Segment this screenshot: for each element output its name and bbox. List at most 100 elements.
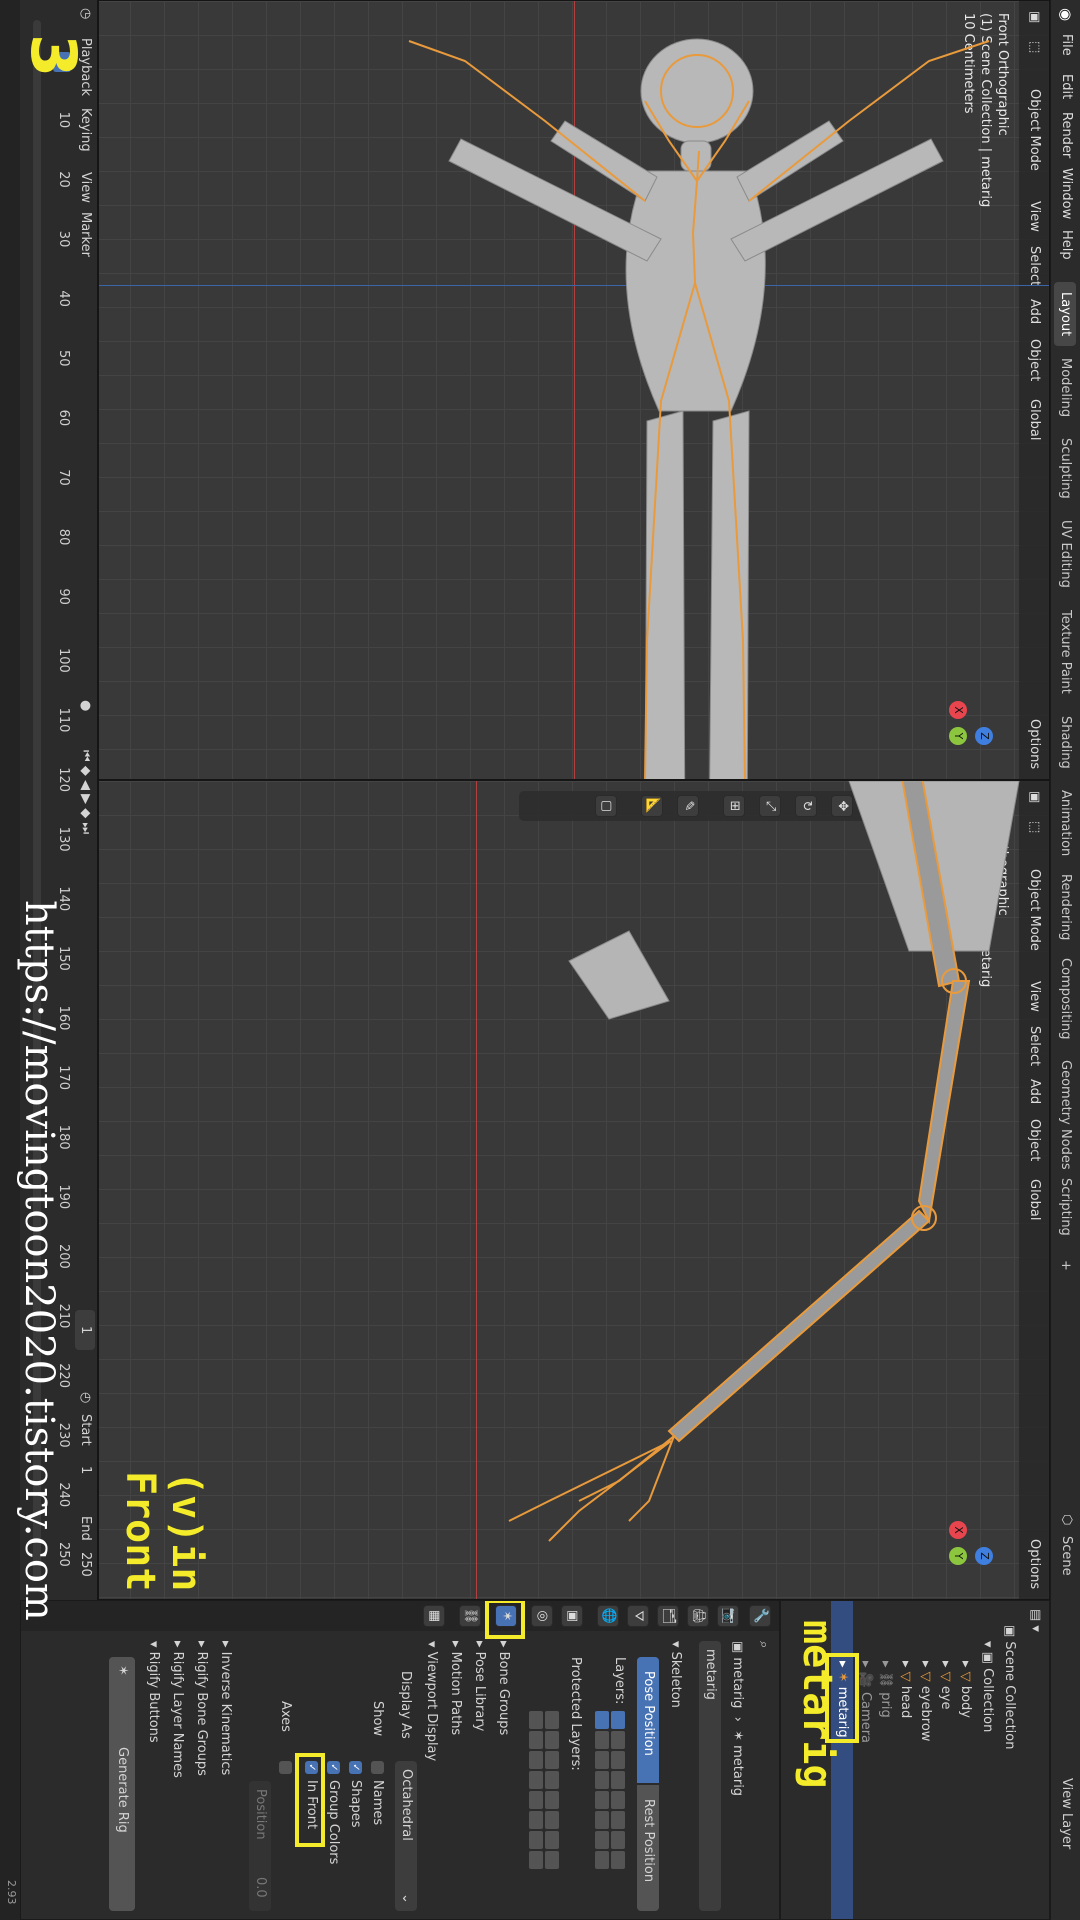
- frame-tick: 130: [56, 826, 71, 852]
- outliner-item-camera[interactable]: ▸ 🎥 Camera: [858, 1661, 873, 1743]
- frame-tick: 120: [56, 767, 71, 793]
- gizmo-z[interactable]: Z: [975, 1547, 993, 1565]
- scene-tab-icon[interactable]: ⛛: [627, 1605, 649, 1627]
- bone-layers-grid[interactable]: [595, 1711, 625, 1869]
- outliner-collection-label: Collection: [980, 1668, 995, 1733]
- menu-edit[interactable]: Edit: [1059, 74, 1074, 99]
- gizmo-x[interactable]: X: [949, 701, 967, 719]
- show-shapes-checkbox[interactable]: ✓ Shapes: [348, 1761, 363, 1827]
- rigify-buttons-panel[interactable]: ▾ Rigify Buttons: [146, 1641, 161, 1743]
- outliner-item-eyebrow[interactable]: ▸ ▽ eyebrow: [918, 1661, 933, 1741]
- blender-logo-icon[interactable]: ◉: [1057, 8, 1075, 21]
- output-tab-icon[interactable]: 🖨: [687, 1605, 709, 1627]
- pose-library-panel[interactable]: ▸ Pose Library: [472, 1641, 487, 1731]
- physics-tab-icon[interactable]: ◎: [531, 1605, 553, 1627]
- view-layer-selector[interactable]: View Layer: [1059, 1778, 1074, 1849]
- layers-label: Layers:: [612, 1657, 627, 1705]
- section-label: Bone Groups: [496, 1651, 511, 1736]
- navigation-gizmo[interactable]: Y X Z: [923, 1521, 993, 1591]
- viewport-right[interactable]: ▣ ⬚ Object Mode View Select Add Object G…: [98, 780, 1050, 1600]
- frame-tick: 90: [56, 588, 71, 605]
- rest-position-button[interactable]: Rest Position: [637, 1785, 659, 1911]
- view-menu[interactable]: View: [78, 172, 93, 203]
- tab-uv-editing[interactable]: UV Editing: [1054, 510, 1076, 598]
- pose-position-button[interactable]: Pose Position: [637, 1657, 659, 1783]
- marker-menu[interactable]: Marker: [78, 212, 93, 257]
- top-bar: ◉ File Edit Render Window Help Layout Mo…: [1050, 0, 1080, 1920]
- gizmo-x[interactable]: X: [949, 1521, 967, 1539]
- bone-groups-panel[interactable]: ▸ Bone Groups: [496, 1641, 511, 1735]
- arm-closeup: [508, 781, 1020, 1542]
- start-frame-field[interactable]: 1: [78, 1466, 93, 1474]
- texture-tab-icon[interactable]: ▦: [423, 1605, 445, 1627]
- show-group-colors-checkbox[interactable]: ✓ Group Colors: [326, 1761, 341, 1864]
- protected-layers-grid[interactable]: [529, 1711, 559, 1869]
- outliner-item-eye[interactable]: ▸ ▽ eye: [938, 1661, 953, 1710]
- keying-menu[interactable]: Keying: [78, 108, 93, 152]
- data-name-label: metarig: [730, 1745, 745, 1797]
- frame-tick: 10: [56, 111, 71, 129]
- current-frame-field[interactable]: 1: [75, 1310, 95, 1350]
- navigation-gizmo[interactable]: Y X Z: [923, 701, 993, 771]
- tab-modeling[interactable]: Modeling: [1054, 348, 1076, 427]
- skeleton-panel-header[interactable]: ▾ Skeleton: [668, 1641, 683, 1708]
- gizmo-z[interactable]: Z: [975, 727, 993, 745]
- armature-name-field[interactable]: metarig: [699, 1641, 721, 1911]
- inverse-kinematics-panel[interactable]: ▸ Inverse Kinematics: [218, 1641, 233, 1775]
- menu-window[interactable]: Window: [1059, 168, 1074, 219]
- tool-tab-icon[interactable]: 🔧: [749, 1605, 771, 1627]
- render-tab-icon[interactable]: 📷: [717, 1605, 739, 1627]
- editor-type-icon[interactable]: ◷: [78, 8, 93, 19]
- checkbox-label: Shapes: [348, 1780, 363, 1828]
- viewport-left[interactable]: ▣ ⬚ Object Mode View Select Add Object G…: [98, 0, 1050, 780]
- rigify-layer-names-panel[interactable]: ▸ Rigify Layer Names: [170, 1641, 185, 1778]
- scene-selector[interactable]: Scene: [1059, 1536, 1074, 1576]
- axes-checkbox[interactable]: [278, 1761, 293, 1780]
- world-tab-icon[interactable]: 🌐: [597, 1605, 619, 1627]
- object-tab-icon[interactable]: ▣: [561, 1605, 583, 1627]
- gizmo-y[interactable]: Y: [949, 1547, 967, 1565]
- annotation-step-number: 3: [17, 34, 90, 78]
- tab-layout[interactable]: Layout: [1054, 282, 1076, 347]
- end-label: End: [78, 1516, 93, 1541]
- outliner-item-body[interactable]: ▸ ▽ body: [958, 1661, 973, 1718]
- frame-tick: 40: [56, 290, 71, 307]
- end-frame-field[interactable]: 250: [78, 1552, 93, 1577]
- viewport-display-panel[interactable]: ▾ Viewport Display: [424, 1641, 439, 1761]
- gizmo-y[interactable]: Y: [949, 727, 967, 745]
- view-layer-tab-icon[interactable]: 🗂: [657, 1605, 679, 1627]
- rigify-bone-groups-panel[interactable]: ▸ Rigify Bone Groups: [194, 1641, 209, 1776]
- outliner-item-prig[interactable]: ▸ ⛓ prig: [878, 1661, 893, 1718]
- outliner-filter-icon[interactable]: ▤ ▾: [1028, 1609, 1043, 1632]
- constraints-tab-icon[interactable]: ⛓: [459, 1605, 481, 1627]
- frame-tick: 50: [56, 350, 71, 367]
- search-icon[interactable]: ⌕: [756, 1641, 771, 1648]
- record-icon[interactable]: ●: [78, 700, 93, 711]
- tab-shading[interactable]: Shading: [1054, 706, 1076, 779]
- outliner-item-head[interactable]: ▸ ▽ head: [898, 1661, 913, 1718]
- menu-render[interactable]: Render: [1059, 112, 1074, 158]
- add-workspace-button[interactable]: +: [1054, 1250, 1076, 1281]
- outliner-collection[interactable]: ▾ ▣ Collection: [980, 1641, 995, 1732]
- tab-animation[interactable]: Animation: [1054, 780, 1076, 866]
- show-names-checkbox[interactable]: Names: [370, 1761, 385, 1825]
- tab-compositing[interactable]: Compositing: [1054, 948, 1076, 1050]
- tab-geometry-nodes[interactable]: Geometry Nodes: [1054, 1050, 1076, 1180]
- playback-controls[interactable]: ⏮ ◆ ◀ ▶ ◆ ⏭: [78, 750, 93, 834]
- stopwatch-icon[interactable]: ◴: [78, 1392, 93, 1403]
- generate-rig-button[interactable]: ✶ Generate Rig: [109, 1657, 135, 1911]
- tab-scripting[interactable]: Scripting: [1054, 1168, 1076, 1246]
- display-as-dropdown[interactable]: Octahedral ⌄: [395, 1761, 417, 1911]
- tab-sculpting[interactable]: Sculpting: [1054, 428, 1076, 509]
- outliner-root-label: Scene Collection: [1002, 1641, 1017, 1750]
- motion-paths-panel[interactable]: ▸ Motion Paths: [448, 1641, 463, 1735]
- start-label: Start: [78, 1414, 93, 1446]
- outliner-root[interactable]: ▣ Scene Collection: [1002, 1625, 1017, 1750]
- menu-help[interactable]: Help: [1059, 230, 1074, 260]
- menu-file[interactable]: File: [1059, 34, 1074, 56]
- frame-tick: 60: [56, 409, 71, 427]
- tab-texture-paint[interactable]: Texture Paint: [1054, 600, 1076, 704]
- axes-position-field[interactable]: Position 0.0: [249, 1781, 271, 1911]
- tab-rendering[interactable]: Rendering: [1054, 864, 1076, 950]
- blender-window: ◉ File Edit Render Window Help Layout Mo…: [0, 0, 1080, 1920]
